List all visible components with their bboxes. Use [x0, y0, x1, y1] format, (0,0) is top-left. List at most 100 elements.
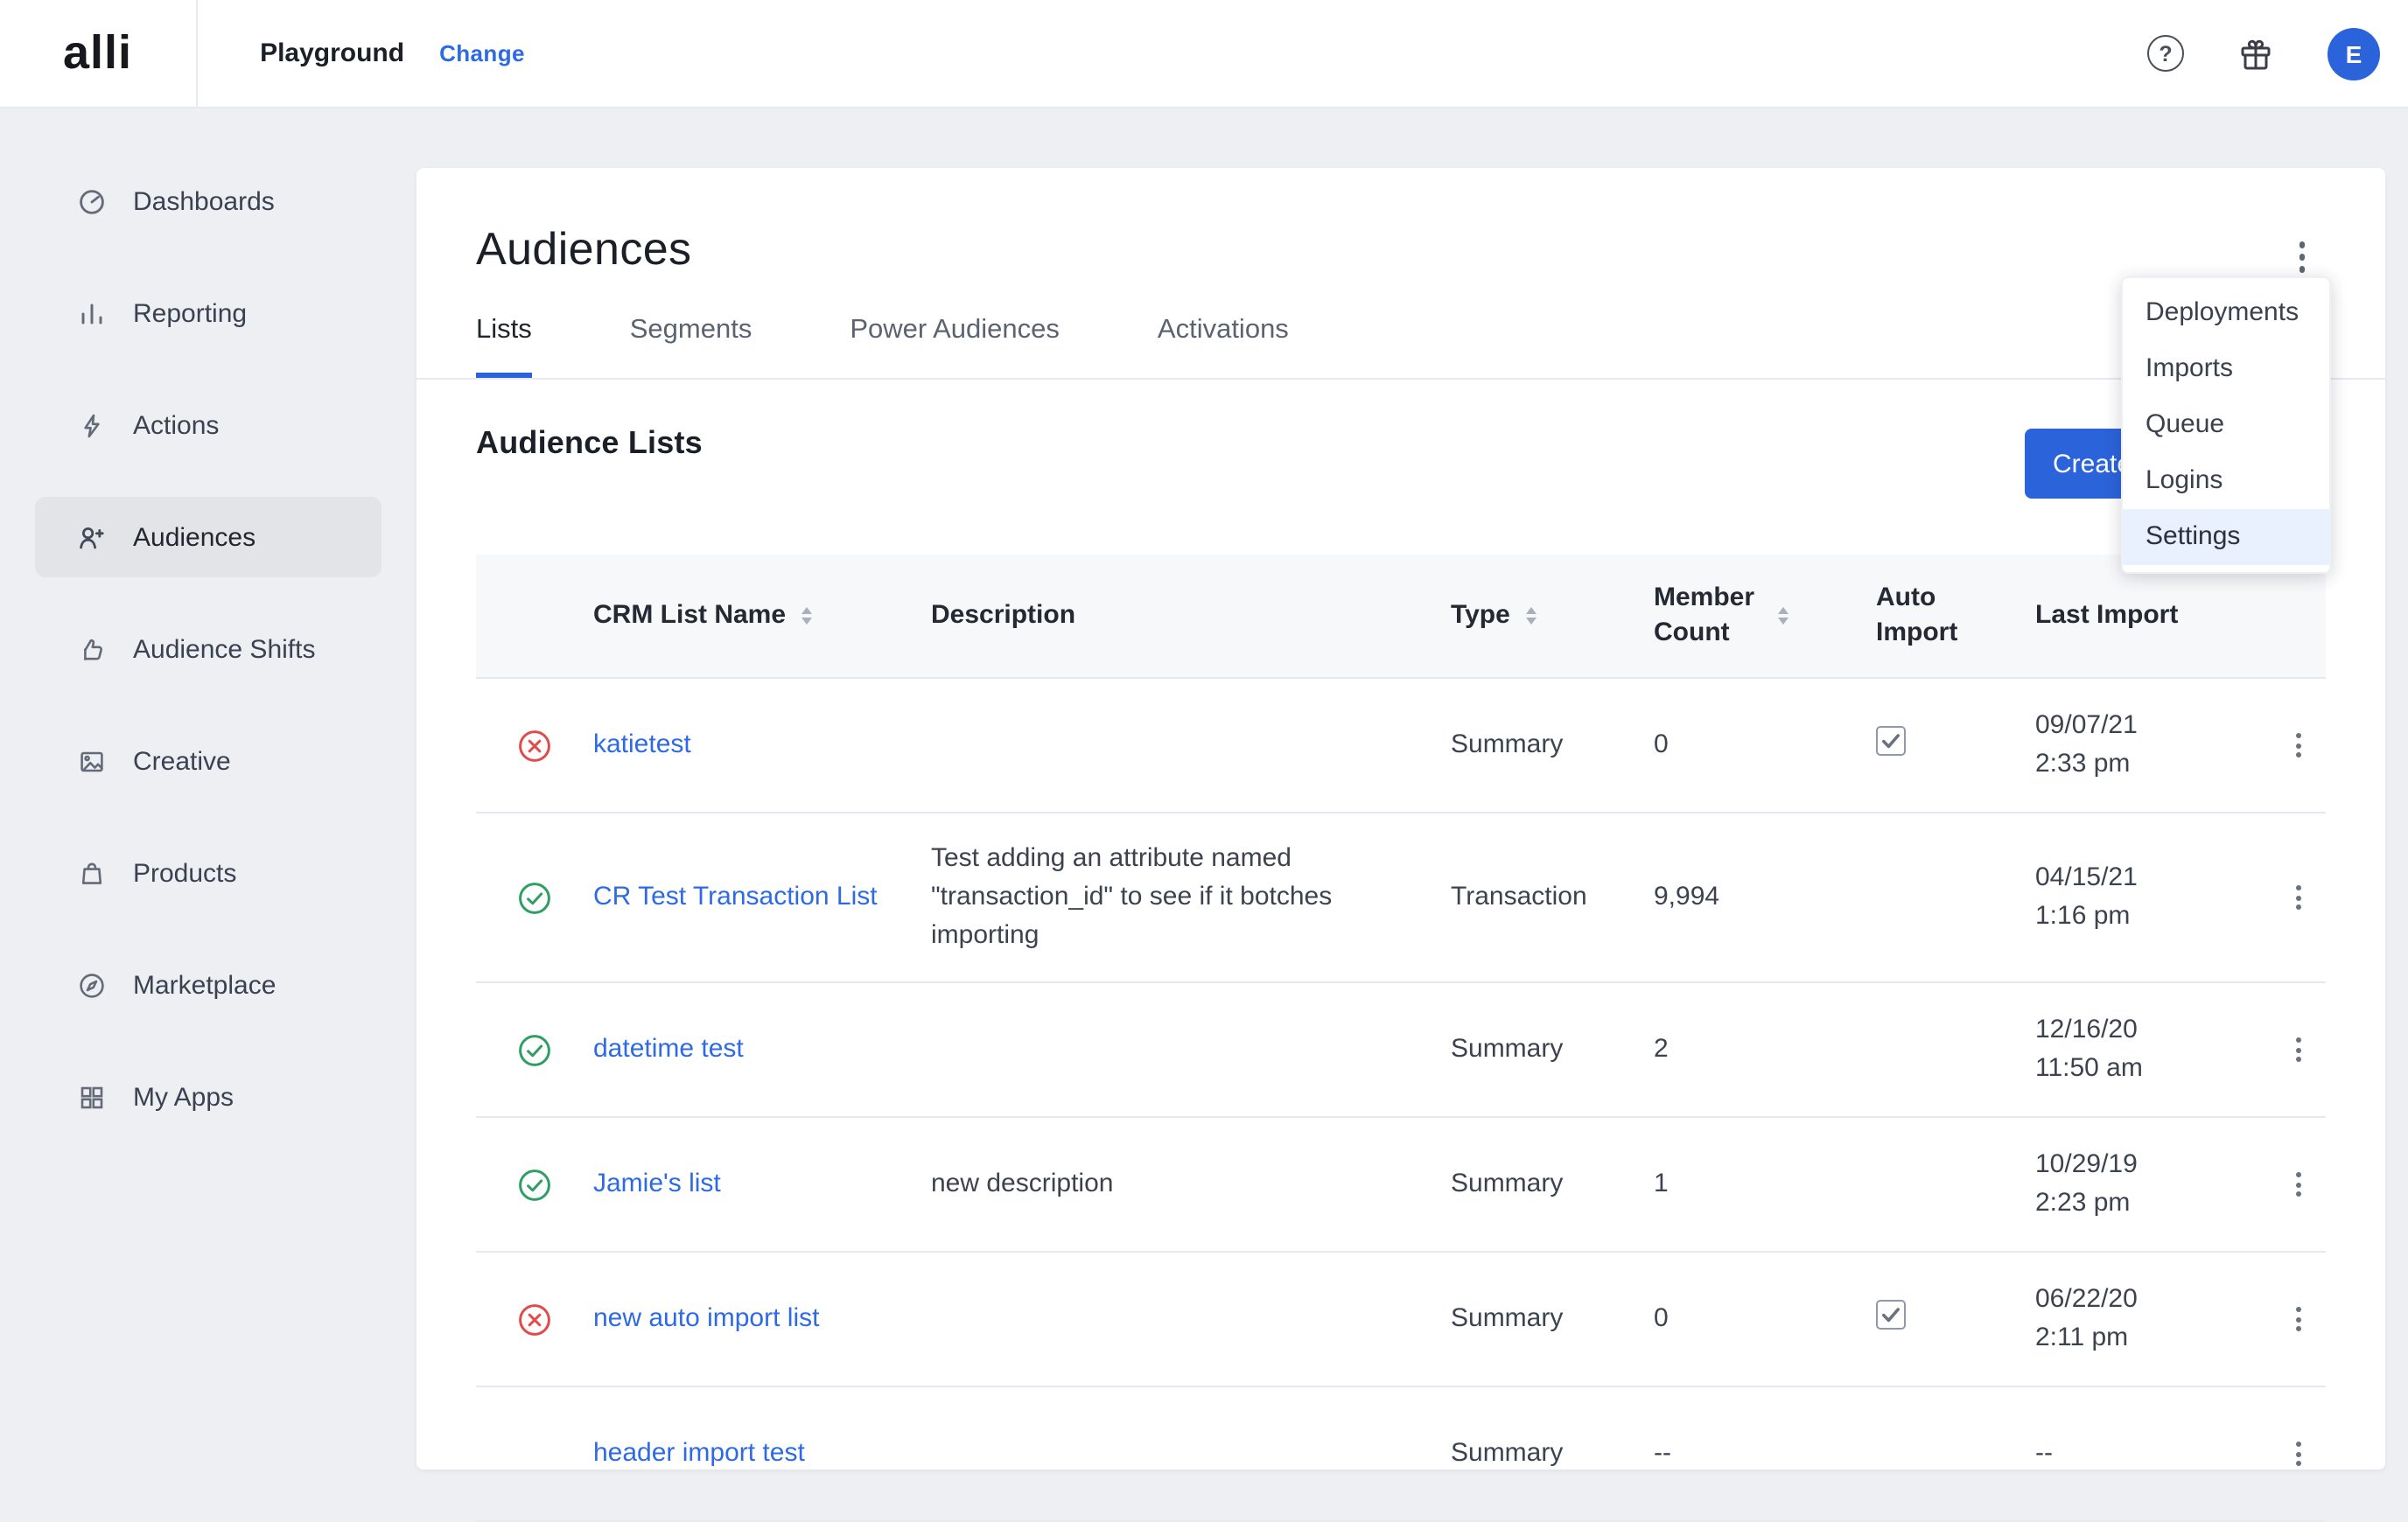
- menu-item-logins[interactable]: Logins: [2123, 453, 2329, 509]
- sidebar-item-label: Marketplace: [133, 970, 276, 1000]
- sidebar-item-audiences[interactable]: Audiences: [35, 497, 382, 577]
- row-kebab-menu-icon[interactable]: [2287, 1297, 2310, 1340]
- sort-icon: [1778, 607, 1788, 625]
- audience-lists-table: CRM List Name Description Type Member Co…: [476, 555, 2326, 1522]
- error-status-icon: [516, 727, 553, 764]
- topbar-actions: ? E: [2147, 27, 2408, 80]
- auto-import-cell: [1876, 725, 2035, 765]
- image-icon: [77, 746, 107, 776]
- column-header-member-count[interactable]: Member Count: [1654, 581, 1876, 651]
- column-header-auto-import: Auto Import: [1876, 581, 2035, 651]
- success-status-icon: [516, 879, 553, 916]
- sidebar-item-my-apps[interactable]: My Apps: [35, 1057, 382, 1137]
- description-cell: Test adding an attribute named "transact…: [931, 840, 1451, 955]
- type-cell: Summary: [1451, 1435, 1654, 1473]
- row-kebab-menu-icon[interactable]: [2287, 1028, 2310, 1071]
- menu-item-settings[interactable]: Settings: [2123, 509, 2329, 565]
- list-name-link[interactable]: katietest: [593, 726, 691, 764]
- page-title: Audiences: [476, 217, 2326, 280]
- table-row: header import test Summary -- --: [476, 1387, 2326, 1522]
- member-count-cell: 0: [1654, 1300, 1876, 1338]
- list-name-link[interactable]: CR Test Transaction List: [593, 878, 878, 917]
- last-import-cell: 06/22/20 2:11 pm: [2035, 1281, 2272, 1358]
- tabs: Lists Segments Power Audiences Activatio…: [416, 315, 2385, 380]
- table-row: datetime test Summary 2 12/16/20 11:50 a…: [476, 983, 2326, 1118]
- member-count-cell: 1: [1654, 1165, 1876, 1204]
- sidebar-item-creative[interactable]: Creative: [35, 721, 382, 801]
- last-import-cell: 09/07/21 2:33 pm: [2035, 707, 2272, 784]
- sort-icon: [802, 607, 812, 625]
- name-cell: header import test: [593, 1435, 931, 1473]
- last-import-cell: 10/29/19 2:23 pm: [2035, 1146, 2272, 1223]
- row-kebab-menu-icon[interactable]: [2287, 1432, 2310, 1475]
- gift-icon[interactable]: [2236, 34, 2275, 73]
- tab-segments[interactable]: Segments: [630, 315, 752, 378]
- name-cell: Jamie's list: [593, 1165, 931, 1204]
- list-name-link[interactable]: datetime test: [593, 1030, 744, 1069]
- sidebar-item-audience-shifts[interactable]: Audience Shifts: [35, 609, 382, 689]
- menu-item-queue[interactable]: Queue: [2123, 397, 2329, 453]
- sidebar-item-label: Reporting: [133, 298, 247, 328]
- table-header-row: CRM List Name Description Type Member Co…: [476, 555, 2326, 679]
- shopping-bag-icon: [77, 858, 107, 888]
- row-kebab-menu-icon[interactable]: [2287, 876, 2310, 918]
- list-name-link[interactable]: Jamie's list: [593, 1165, 721, 1204]
- lightning-icon: [77, 410, 107, 440]
- last-import-cell: 04/15/21 1:16 pm: [2035, 859, 2272, 936]
- people-icon: [77, 522, 107, 552]
- tab-lists[interactable]: Lists: [476, 315, 532, 378]
- column-header-description: Description: [931, 598, 1451, 633]
- column-header-last-import: Last Import: [2035, 598, 2272, 633]
- change-workspace-link[interactable]: Change: [439, 40, 525, 66]
- list-name-link[interactable]: header import test: [593, 1435, 805, 1473]
- last-import-cell: 12/16/20 11:50 am: [2035, 1011, 2272, 1088]
- sidebar-item-reporting[interactable]: Reporting: [35, 273, 382, 353]
- last-import-cell: --: [2035, 1435, 2272, 1473]
- member-count-cell: 0: [1654, 726, 1876, 764]
- sidebar-item-label: Dashboards: [133, 186, 275, 216]
- tab-activations[interactable]: Activations: [1158, 315, 1289, 378]
- sidebar-item-label: Audience Shifts: [133, 634, 315, 664]
- bar-chart-icon: [77, 298, 107, 328]
- success-status-icon: [516, 1166, 553, 1203]
- type-cell: Summary: [1451, 1300, 1654, 1338]
- audiences-card: Audiences Lists Segments Power Audiences…: [416, 168, 2385, 1470]
- success-status-icon: [516, 1031, 553, 1068]
- sidebar-item-label: Actions: [133, 410, 219, 440]
- app: alli Playground Change ? E Dashboa: [0, 0, 2408, 1452]
- context-menu: Deployments Imports Queue Logins Setting…: [2121, 276, 2331, 574]
- list-name-link[interactable]: new auto import list: [593, 1300, 819, 1338]
- sidebar-item-label: My Apps: [133, 1082, 234, 1112]
- type-cell: Summary: [1451, 726, 1654, 764]
- auto-import-cell: [1876, 1299, 2035, 1339]
- member-count-cell: --: [1654, 1435, 1876, 1473]
- name-cell: datetime test: [593, 1030, 931, 1069]
- sidebar-item-marketplace[interactable]: Marketplace: [35, 945, 382, 1025]
- row-status-cell: [476, 879, 593, 916]
- sidebar-item-products[interactable]: Products: [35, 833, 382, 913]
- row-kebab-menu-icon[interactable]: [2287, 723, 2310, 766]
- user-avatar[interactable]: E: [2328, 27, 2380, 80]
- column-header-type[interactable]: Type: [1451, 598, 1654, 633]
- alli-logo[interactable]: alli: [63, 26, 132, 80]
- auto-import-checkbox[interactable]: [1876, 1299, 1906, 1329]
- row-status-cell: [476, 1166, 593, 1203]
- menu-item-deployments[interactable]: Deployments: [2123, 285, 2329, 341]
- auto-import-checkbox[interactable]: [1876, 725, 1906, 755]
- type-cell: Transaction: [1451, 878, 1654, 917]
- sidebar-item-dashboards[interactable]: Dashboards: [35, 161, 382, 241]
- row-status-cell: [476, 1031, 593, 1068]
- workspace-name: Playground: [260, 38, 404, 68]
- table-row: Jamie's list new description Summary 1 1…: [476, 1118, 2326, 1253]
- type-cell: Summary: [1451, 1165, 1654, 1204]
- sidebar: Dashboards Reporting Actions Audiences A…: [0, 108, 416, 1452]
- sidebar-item-actions[interactable]: Actions: [35, 385, 382, 465]
- row-kebab-menu-icon[interactable]: [2287, 1162, 2310, 1205]
- menu-item-imports[interactable]: Imports: [2123, 341, 2329, 397]
- page-kebab-menu-icon[interactable]: [2288, 231, 2315, 283]
- tab-power-audiences[interactable]: Power Audiences: [850, 315, 1060, 378]
- help-icon[interactable]: ?: [2147, 35, 2184, 72]
- column-header-crm-list-name[interactable]: CRM List Name: [593, 598, 931, 633]
- name-cell: katietest: [593, 726, 931, 764]
- sidebar-item-label: Products: [133, 858, 236, 888]
